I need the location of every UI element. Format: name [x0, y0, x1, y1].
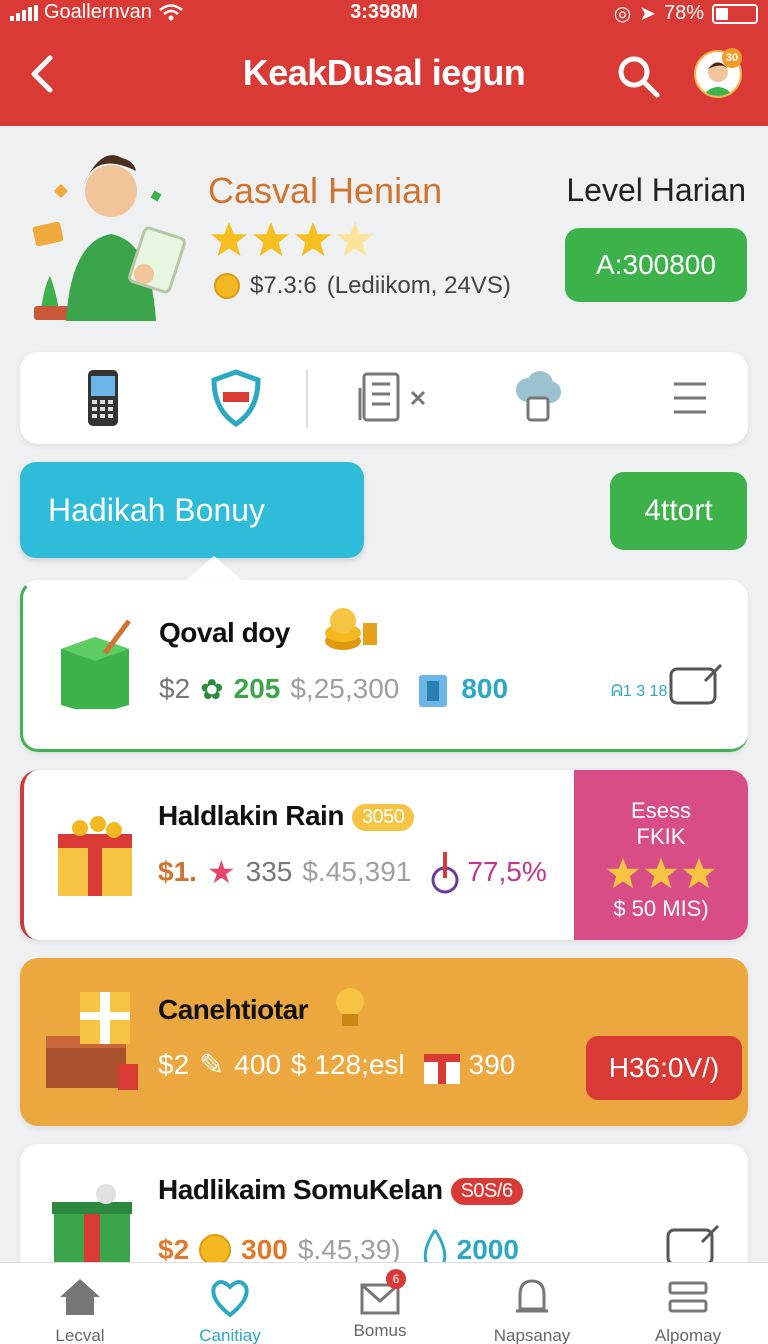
card-value: 205 [233, 673, 281, 704]
treasure-chest-icon [46, 992, 138, 1090]
gift-icon [423, 1054, 460, 1084]
card-price: $2 [158, 1049, 190, 1080]
promo-stars [574, 856, 748, 890]
list-icon[interactable] [660, 368, 720, 428]
promo-panel[interactable]: Esess FKIK $ 50 MIS) [574, 770, 748, 940]
promo-line-2: FKIK [636, 824, 686, 849]
nav-item-notifications[interactable]: Napsanay [472, 1275, 592, 1344]
heart-icon [211, 1280, 249, 1318]
card-title: Hadlikaim SomuKelan [158, 1174, 443, 1205]
search-icon[interactable] [614, 52, 662, 100]
battery-level: 78% [663, 2, 704, 24]
card-extra: 800 [461, 673, 509, 704]
bonus-card[interactable]: Haldlakin Rain 3050 $1. ★ 335 $.45,391 77… [20, 770, 748, 940]
ledger-icon[interactable] [350, 368, 434, 428]
coin-balance: $7.3:6 (Lediikom, 24VS) [214, 272, 511, 300]
card-value: 335 [245, 856, 293, 887]
bonus-tab[interactable]: Hadikah Bonuy [20, 462, 364, 558]
alarm-icon: ◎ [613, 3, 632, 25]
level-label: Level Harian [566, 172, 746, 208]
timer-button[interactable]: H36:0V/) [586, 1036, 742, 1100]
bonus-card[interactable]: Qoval doy $2 ✿ 205 $,25,300 800 ᕱ1 3 18 [20, 580, 748, 752]
status-bar: Goallernvan 3:398M ◎ ➤ 78% [0, 0, 768, 26]
nav-label: Napsanay [493, 1326, 571, 1344]
promo-line-3: $ 50 MIS) [613, 896, 709, 921]
bottom-navigation: Lecval Canitiay 6 Bomus Napsanay Alpomay [0, 1262, 768, 1344]
phone-icon[interactable] [72, 368, 132, 428]
profile-illustration [32, 155, 186, 321]
star-icon [294, 221, 332, 257]
quick-action-bar [20, 352, 748, 444]
star-icon [682, 857, 716, 889]
settings-icon [668, 1281, 708, 1313]
profile-name: Casval Henian [208, 170, 443, 211]
coin-amount: $7.3:6 [250, 272, 317, 299]
notification-badge: 6 [386, 1269, 406, 1289]
location-icon: ➤ [639, 3, 656, 25]
promo-line-1: Esess [631, 798, 691, 823]
chef-hat-icon[interactable] [508, 368, 568, 428]
nav-label: Canitiay [199, 1326, 261, 1344]
rating-stars [210, 220, 374, 258]
start-button[interactable]: 4ttort [610, 472, 747, 550]
ticket-icon: ✎ [199, 1048, 225, 1082]
leaf-icon: ✿ [200, 673, 224, 705]
card-value: 400 [234, 1049, 282, 1080]
card-tag: ᕱ1 3 18 [611, 683, 668, 700]
star-icon: ★ [206, 854, 236, 890]
coin-stack-icon [325, 608, 377, 650]
card-total: $ 128;esl [291, 1049, 405, 1080]
coin-note: (Lediikom, 24VS) [326, 272, 511, 299]
card-extra: 390 [468, 1049, 516, 1080]
app-header: Goallernvan 3:398M ◎ ➤ 78% KeakDusal ieg… [0, 0, 768, 126]
level-value-button[interactable]: A:300800 [565, 228, 747, 302]
card-badge: S0S/6 [450, 1178, 523, 1206]
battery-icon [712, 3, 758, 24]
edit-icon[interactable] [669, 663, 725, 707]
card-price: $1. [158, 856, 197, 887]
card-title: Qoval doy [159, 617, 290, 648]
tab-pointer [184, 556, 244, 582]
bonus-card[interactable]: Canehtiotar $2 ✎ 400 $ 128;esl 390 H36:0… [20, 958, 748, 1126]
star-icon [644, 857, 678, 889]
card-percent: 77,5% [467, 856, 547, 887]
star-icon [252, 221, 290, 257]
nav-label: Alpomay [654, 1326, 722, 1344]
avatar-badge: 30 [722, 48, 742, 68]
box-icon [419, 675, 448, 707]
gift-box-icon [58, 816, 132, 896]
card-badge: 3050 [351, 804, 415, 832]
lightbulb-icon [336, 988, 364, 1026]
star-icon [336, 221, 374, 257]
thermometer-icon [431, 852, 459, 894]
nav-label: Bomus [353, 1321, 407, 1340]
shield-icon[interactable] [206, 368, 266, 428]
card-total: $.45,391 [302, 856, 412, 887]
nav-label: Lecval [55, 1326, 105, 1344]
mailbox-icon [61, 619, 131, 709]
coin-icon [214, 273, 240, 299]
card-title: Haldlakin Rain [158, 800, 344, 831]
nav-item-activity[interactable]: Canitiay [170, 1275, 290, 1344]
star-icon [210, 221, 248, 257]
star-icon [606, 857, 640, 889]
divider [306, 370, 308, 428]
bell-icon [516, 1279, 548, 1313]
nav-item-settings[interactable]: Alpomay [628, 1275, 748, 1344]
nav-item-bonus[interactable]: 6 Bomus [320, 1269, 440, 1341]
nav-item-level[interactable]: Lecval [20, 1275, 140, 1344]
card-price: $2 [159, 673, 191, 704]
card-title: Canehtiotar [158, 994, 309, 1025]
card-total: $,25,300 [290, 673, 400, 704]
home-icon [60, 1279, 100, 1315]
